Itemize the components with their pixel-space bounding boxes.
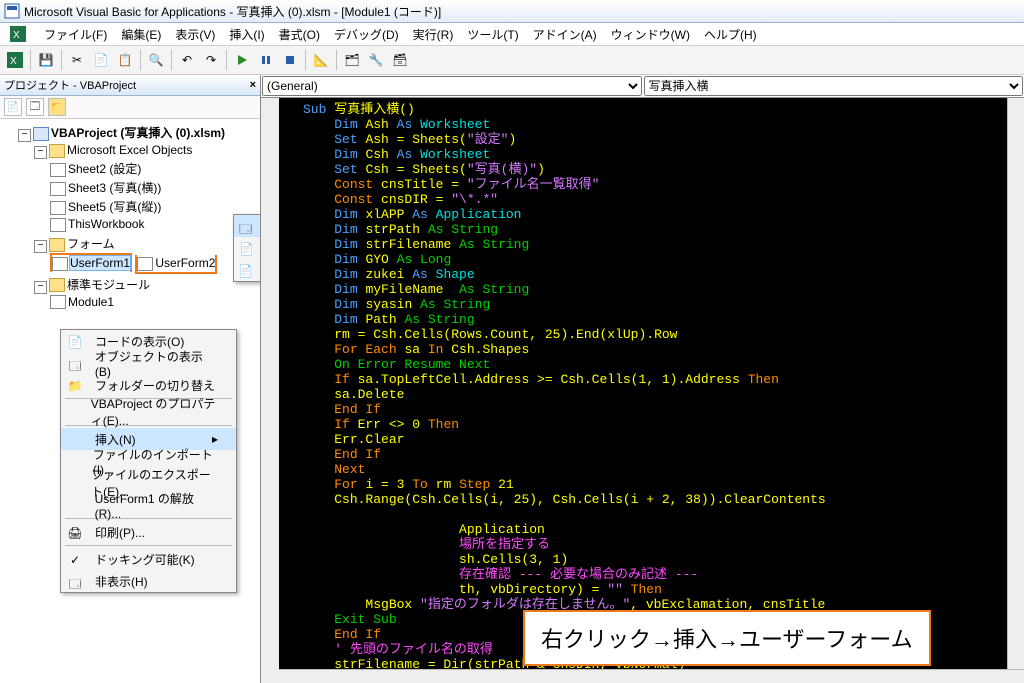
- sheet-item[interactable]: Sheet5 (写真(縦)): [68, 200, 161, 214]
- svg-text:X: X: [10, 56, 17, 67]
- project-explorer-button[interactable]: 🗂: [341, 49, 363, 71]
- insert-submenu[interactable]: 🗔ユーザー フォーム(U) 📄標準モジュール(M) 📄クラス モジュール(C): [233, 214, 260, 282]
- save-button[interactable]: 💾: [35, 49, 57, 71]
- code-editor[interactable]: Sub 写真挿入横() Dim Ash As Worksheet Set Ash…: [261, 98, 1024, 683]
- menu-addins[interactable]: アドイン(A): [527, 24, 603, 45]
- object-browser-button[interactable]: 🗃: [389, 49, 411, 71]
- find-button[interactable]: 🔍: [145, 49, 167, 71]
- view-object-button[interactable]: 🗔: [26, 98, 44, 116]
- vba-icon: [4, 3, 20, 19]
- object-dropdown[interactable]: (General): [262, 76, 642, 96]
- userform2-item[interactable]: UserForm2: [155, 256, 215, 270]
- excel-icon: X: [4, 24, 32, 44]
- toggle-folders-button[interactable]: 📁: [48, 98, 66, 116]
- reset-button[interactable]: [279, 49, 301, 71]
- paste-button[interactable]: 📋: [114, 49, 136, 71]
- menu-format[interactable]: 書式(O): [273, 24, 326, 45]
- view-code-button[interactable]: 📄: [4, 98, 22, 116]
- module1-item[interactable]: Module1: [68, 295, 114, 309]
- sub-class-module[interactable]: 📄クラス モジュール(C): [234, 259, 260, 281]
- ctx-properties[interactable]: VBAProject のプロパティ(E)...: [61, 401, 236, 423]
- menu-view[interactable]: 表示(V): [169, 24, 221, 45]
- menu-bar[interactable]: X ファイル(F) 編集(E) 表示(V) 挿入(I) 書式(O) デバッグ(D…: [0, 23, 1024, 46]
- ctx-dockable[interactable]: ✓ドッキング可能(K): [61, 548, 236, 570]
- redo-button[interactable]: ↷: [200, 49, 222, 71]
- title-text: Microsoft Visual Basic for Applications …: [24, 3, 441, 20]
- cut-button[interactable]: ✂: [66, 49, 88, 71]
- code-pane: (General) 写真挿入横 Sub 写真挿入横() Dim Ash As W…: [261, 75, 1024, 683]
- userform1-item[interactable]: UserForm1: [70, 256, 130, 270]
- sheet-item[interactable]: Sheet3 (写真(横)): [68, 181, 161, 195]
- title-bar: Microsoft Visual Basic for Applications …: [0, 0, 1024, 23]
- horizontal-scrollbar[interactable]: [279, 669, 1024, 683]
- sheet-item[interactable]: Sheet2 (設定): [68, 162, 141, 176]
- sheet-item[interactable]: ThisWorkbook: [68, 217, 144, 231]
- folder-excel-objects[interactable]: Microsoft Excel Objects: [67, 143, 192, 157]
- menu-edit[interactable]: 編集(E): [115, 24, 167, 45]
- menu-insert[interactable]: 挿入(I): [223, 24, 270, 45]
- annotation-callout: 右クリック→挿入→ユーザーフォーム: [523, 610, 931, 666]
- sub-userform[interactable]: 🗔ユーザー フォーム(U): [234, 215, 260, 237]
- properties-button[interactable]: 🔧: [365, 49, 387, 71]
- vertical-scrollbar[interactable]: [1007, 98, 1024, 670]
- menu-help[interactable]: ヘルプ(H): [698, 24, 763, 45]
- project-explorer-title: プロジェクト - VBAProject ×: [0, 75, 260, 96]
- menu-run[interactable]: 実行(R): [407, 24, 460, 45]
- sub-module[interactable]: 📄標準モジュール(M): [234, 237, 260, 259]
- menu-file[interactable]: ファイル(F): [38, 24, 113, 45]
- ctx-print[interactable]: 🖨印刷(P)...: [61, 521, 236, 543]
- menu-tools[interactable]: ツール(T): [461, 24, 524, 45]
- procedure-dropdown[interactable]: 写真挿入横: [644, 76, 1024, 96]
- menu-window[interactable]: ウィンドウ(W): [605, 24, 696, 45]
- ctx-remove[interactable]: UserForm1 の解放(R)...: [61, 494, 236, 516]
- ctx-toggle-folders[interactable]: 📁フォルダーの切り替え: [61, 374, 236, 396]
- design-mode-button[interactable]: 📐: [310, 49, 332, 71]
- project-tree[interactable]: −VBAProject (写真挿入 (0).xlsm) −Microsoft E…: [0, 119, 260, 683]
- ctx-view-object[interactable]: 🗔オブジェクトの表示(B): [61, 352, 236, 374]
- undo-button[interactable]: ↶: [176, 49, 198, 71]
- folder-forms[interactable]: フォーム: [67, 237, 115, 251]
- svg-text:X: X: [13, 30, 20, 41]
- close-icon[interactable]: ×: [250, 79, 256, 91]
- project-toolbar: 📄 🗔 📁: [0, 96, 260, 119]
- project-explorer-title-text: プロジェクト - VBAProject: [4, 77, 136, 93]
- copy-button[interactable]: 📄: [90, 49, 112, 71]
- ctx-hide[interactable]: 🗔非表示(H): [61, 570, 236, 592]
- run-button[interactable]: [231, 49, 253, 71]
- project-root[interactable]: VBAProject (写真挿入 (0).xlsm): [51, 126, 225, 140]
- folder-modules[interactable]: 標準モジュール: [67, 278, 150, 292]
- menu-debug[interactable]: デバッグ(D): [328, 24, 405, 45]
- project-explorer: プロジェクト - VBAProject × 📄 🗔 📁 −VBAProject …: [0, 75, 261, 683]
- break-button[interactable]: [255, 49, 277, 71]
- context-menu[interactable]: 📄コードの表示(O) 🗔オブジェクトの表示(B) 📁フォルダーの切り替え VBA…: [60, 329, 237, 593]
- view-excel-button[interactable]: X: [4, 49, 26, 71]
- toolbar: X 💾 ✂ 📄 📋 🔍 ↶ ↷ 📐 🗂 🔧 🗃: [0, 46, 1024, 75]
